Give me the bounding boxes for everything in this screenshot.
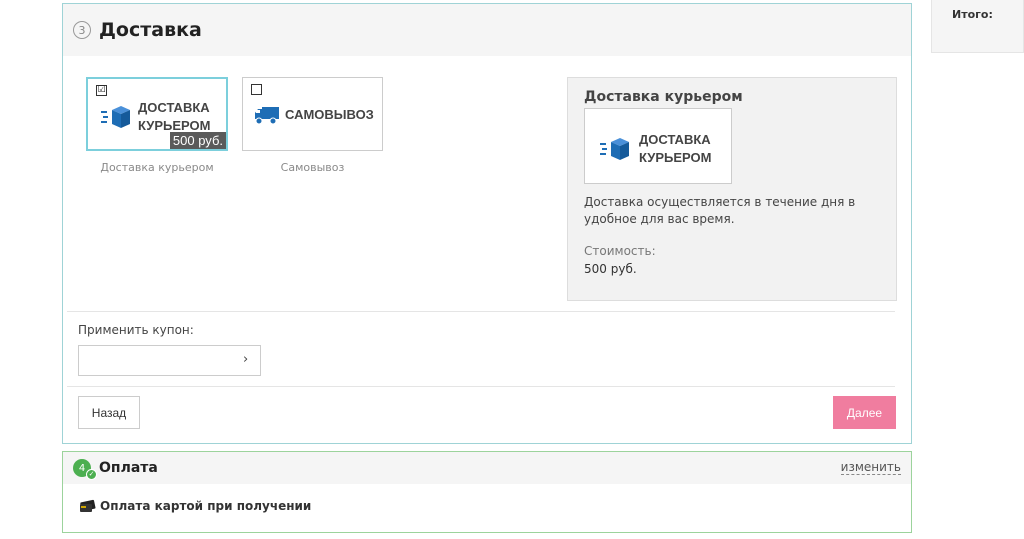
check-icon: ✓ — [86, 469, 97, 480]
courier-checkbox[interactable]: ☑ — [96, 85, 107, 96]
coupon-input[interactable] — [78, 345, 261, 376]
next-button[interactable]: Далее — [833, 396, 896, 429]
delivery-title: Доставка — [99, 19, 202, 41]
step-number: 4 — [78, 462, 86, 474]
coupon-label: Применить купон: — [78, 323, 194, 337]
card-icon — [80, 499, 96, 512]
chevron-right-icon[interactable]: › — [243, 352, 257, 368]
payment-method: Оплата картой при получении — [79, 499, 311, 513]
payment-header: 4 ✓ Оплата изменить — [63, 452, 911, 484]
payment-title: Оплата — [99, 460, 158, 476]
box-icon — [600, 138, 629, 160]
pickup-logo-text: САМОВЫВОЗ — [285, 107, 374, 122]
pickup-delivery-option[interactable]: САМОВЫВОЗ — [242, 77, 383, 151]
payment-method-label: Оплата картой при получении — [100, 499, 312, 513]
courier-logo: ДОСТАВКА КУРЬЕРОМ — [100, 99, 210, 135]
pickup-logo: САМОВЫВОЗ — [254, 105, 374, 125]
payment-section: 4 ✓ Оплата изменить Оплата картой при по… — [62, 451, 912, 533]
pickup-checkbox[interactable] — [251, 84, 262, 95]
step-number-badge: 3 — [73, 21, 91, 39]
info-cost-label: Стоимость: — [584, 244, 656, 258]
change-link[interactable]: изменить — [840, 460, 901, 475]
divider — [67, 386, 895, 387]
courier-price-badge: 500 руб. — [169, 132, 226, 149]
courier-option-caption: Доставка курьером — [100, 161, 214, 174]
back-button[interactable]: Назад — [78, 396, 140, 429]
courier-delivery-option[interactable]: ☑ ДОСТАВКА КУРЬЕРОМ 500 руб. — [86, 77, 228, 151]
delivery-info-panel: Доставка курьером ДОСТАВКА КУРЬЕРОМ Дост… — [567, 77, 897, 301]
delivery-header: 3 Доставка — [63, 4, 911, 56]
divider — [67, 311, 895, 312]
info-title: Доставка курьером — [584, 89, 743, 105]
step-done-badge: 4 ✓ — [73, 459, 97, 480]
total-label: Итого: — [952, 8, 993, 21]
info-description: Доставка осуществляется в течение дня в … — [584, 195, 856, 226]
pickup-option-caption: Самовывоз — [280, 161, 345, 174]
order-summary: Итого: — [931, 0, 1024, 53]
delivery-section: 3 Доставка ☑ ДОСТАВКА КУРЬЕРОМ 500 руб. … — [62, 3, 912, 444]
info-courier-logo: ДОСТАВКА КУРЬЕРОМ — [584, 108, 732, 184]
info-logo-line2: КУРЬЕРОМ — [639, 150, 712, 165]
info-cost-value: 500 руб. — [584, 262, 637, 276]
info-logo-line1: ДОСТАВКА — [639, 132, 711, 147]
box-icon — [101, 106, 130, 128]
courier-logo-line1: ДОСТАВКА — [138, 100, 210, 115]
truck-icon — [255, 107, 279, 125]
